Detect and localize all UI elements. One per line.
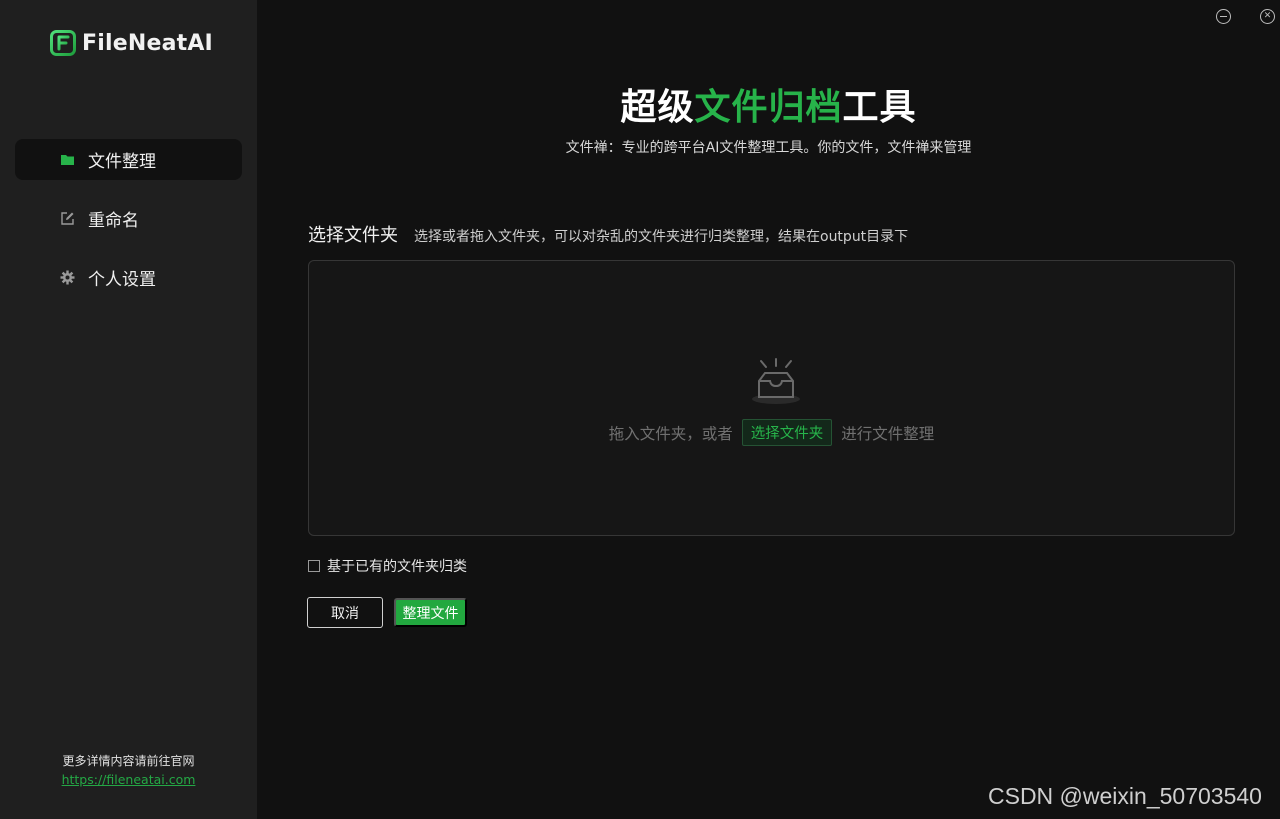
empty-inbox-icon [752, 358, 800, 404]
close-button[interactable]: ✕ [1260, 9, 1275, 24]
website-link[interactable]: https://fileneatai.com [62, 772, 196, 787]
existing-folder-checkbox[interactable] [308, 560, 320, 572]
folder-icon [61, 155, 74, 165]
section-title: 选择文件夹 [308, 225, 398, 246]
app-name: FileNeatAI [82, 30, 213, 56]
minimize-button[interactable] [1216, 9, 1231, 24]
dropzone-text-after: 进行文件整理 [841, 424, 935, 443]
logo: FileNeatAI [50, 28, 213, 58]
checkbox-label: 基于已有的文件夹归类 [327, 559, 467, 575]
section-description: 选择或者拖入文件夹，可以对杂乱的文件夹进行归类整理，结果在output目录下 [414, 229, 909, 245]
select-folder-button[interactable]: 选择文件夹 [741, 419, 833, 446]
folder-dropzone[interactable]: 拖入文件夹，或者 选择文件夹 进行文件整理 [308, 260, 1235, 536]
cancel-button[interactable]: 取消 [307, 597, 383, 628]
dropzone-hint: 拖入文件夹，或者 选择文件夹 进行文件整理 [309, 419, 1234, 446]
footer-text: 更多详情内容请前往官网 [62, 754, 195, 768]
page-subtitle: 文件禅：专业的跨平台AI文件整理工具。你的文件，文件禅来管理 [565, 140, 972, 156]
page-title: 超级文件归档工具 [257, 78, 1280, 130]
sidebar-footer: 更多详情内容请前往官网 https://fileneatai.com [0, 752, 257, 788]
sidebar-item-rename[interactable]: 重命名 [15, 198, 242, 239]
dropzone-text-before: 拖入文件夹，或者 [608, 424, 733, 443]
sidebar: FileNeatAI 文件整理 重命名 个人设置 更多详情内容请前往官网 htt… [0, 0, 257, 819]
sidebar-item-label: 个人设置 [88, 270, 156, 290]
title-accent: 文件归档 [694, 87, 843, 128]
existing-folder-option[interactable]: 基于已有的文件夹归类 [308, 556, 467, 576]
close-icon: ✕ [1263, 11, 1272, 21]
sidebar-item-label: 重命名 [88, 211, 139, 231]
fileneat-logo-icon [50, 30, 76, 56]
title-part1: 超级 [620, 87, 695, 128]
sidebar-item-file-organize[interactable]: 文件整理 [15, 139, 242, 180]
edit-icon [61, 212, 74, 225]
sidebar-nav: 文件整理 重命名 个人设置 [15, 139, 242, 316]
section-header: 选择文件夹 选择或者拖入文件夹，可以对杂乱的文件夹进行归类整理，结果在outpu… [308, 221, 908, 247]
title-part2: 工具 [842, 87, 917, 128]
watermark: CSDN @weixin_50703540 [988, 783, 1262, 809]
gear-icon [60, 270, 75, 285]
sidebar-item-label: 文件整理 [88, 152, 156, 172]
sidebar-item-settings[interactable]: 个人设置 [15, 257, 242, 298]
app-window: FileNeatAI 文件整理 重命名 个人设置 更多详情内容请前往官网 htt… [0, 0, 1280, 819]
organize-files-button[interactable]: 整理文件 [394, 598, 467, 627]
